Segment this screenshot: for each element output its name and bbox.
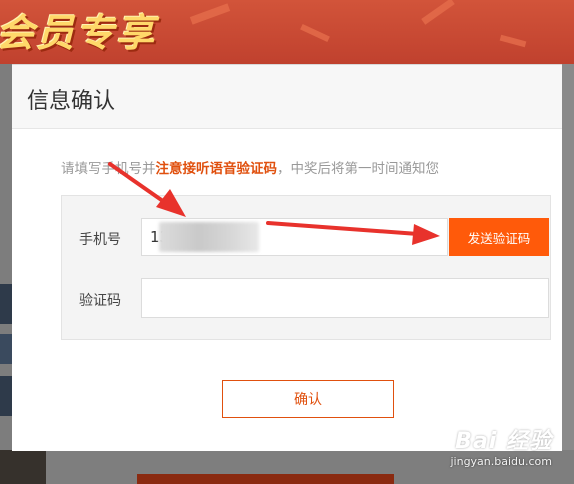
form-panel: 手机号 发送验证码 验证码 bbox=[61, 195, 551, 340]
phone-label: 手机号 bbox=[79, 232, 121, 248]
code-label: 验证码 bbox=[79, 293, 121, 309]
background-promo-banner: 会员专享 bbox=[0, 0, 574, 64]
verification-code-input[interactable] bbox=[141, 278, 549, 318]
confirm-button[interactable]: 确认 bbox=[222, 380, 394, 418]
instruction-text-highlight: 注意接听语音验证码 bbox=[155, 161, 278, 177]
watermark-brand: Bai 经验 bbox=[455, 429, 552, 454]
instruction-text-after: ，中奖后将第一时间通知您 bbox=[277, 161, 439, 177]
watermark-url: jingyan.baidu.com bbox=[450, 455, 552, 468]
background-left-edge bbox=[0, 64, 12, 484]
send-code-button[interactable]: 发送验证码 bbox=[449, 218, 549, 256]
dialog-title: 信息确认 bbox=[27, 89, 116, 114]
background-right-edge bbox=[562, 64, 574, 484]
dialog-header: 信息确认 bbox=[12, 65, 562, 129]
instruction-text-before: 请填写手机号并 bbox=[61, 161, 156, 177]
redacted-phone-digits bbox=[159, 222, 259, 252]
baidu-jingyan-watermark: Bai 经验 jingyan.baidu.com bbox=[450, 423, 552, 468]
banner-vip-text: 会员专享 bbox=[0, 11, 157, 55]
info-confirm-dialog: 信息确认 请填写手机号并注意接听语音验证码，中奖后将第一时间通知您 手机号 发送… bbox=[12, 64, 562, 451]
instruction-text: 请填写手机号并注意接听语音验证码，中奖后将第一时间通知您 bbox=[61, 157, 439, 177]
